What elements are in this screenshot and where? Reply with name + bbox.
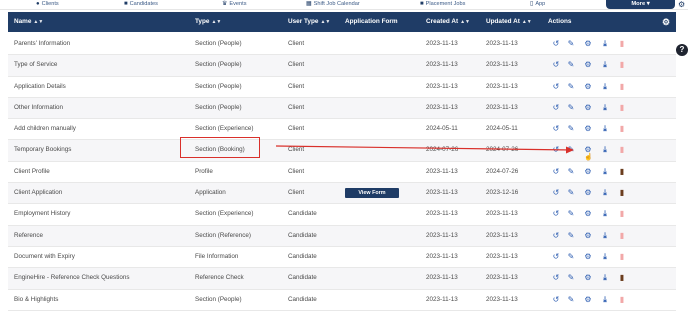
mouse-cursor-icon: ☝ (584, 154, 593, 161)
annotation-arrow (275, 145, 574, 154)
